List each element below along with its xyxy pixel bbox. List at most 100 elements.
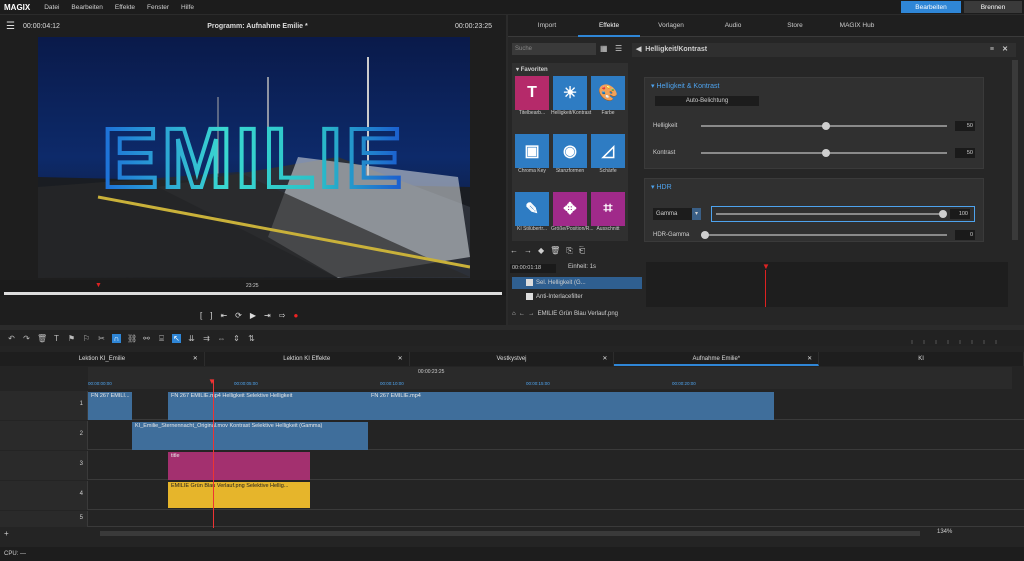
tab-effects[interactable]: Effekte	[578, 15, 640, 37]
close-icon[interactable]: ✕	[807, 352, 812, 366]
keyframe-time[interactable]: 00:00:01:18	[510, 264, 556, 273]
contrast-knob[interactable]	[821, 149, 830, 157]
gamma-slider-row[interactable]: 100	[711, 206, 975, 222]
effect-tile[interactable]: ✥ Größe/Position/R...	[551, 192, 594, 248]
hdr-gamma-knob[interactable]	[701, 231, 709, 239]
loop-icon[interactable]: ⟳	[235, 311, 242, 320]
tab-project-lektion-ki-emilie[interactable]: Lektion KI_Emilie ✕	[0, 352, 205, 366]
delete-icon[interactable]: 🗑	[37, 334, 47, 343]
hamburger-menu-icon[interactable]: ☰	[6, 21, 15, 32]
tab-project-vestkystvej[interactable]: Vestkystvej ✕	[410, 352, 615, 366]
effect-tile[interactable]: T Titelbearb...	[513, 76, 551, 132]
gamma-value[interactable]: 100	[950, 209, 970, 219]
keyframe-lane[interactable]: ▼	[646, 262, 1008, 307]
menu-edit[interactable]: Bearbeiten	[65, 4, 108, 11]
video-preview[interactable]: EMILIE	[38, 37, 470, 278]
close-icon[interactable]: ✕	[193, 352, 198, 366]
clip-image-4[interactable]: EMILIE Grün Blau Verlauf.png Selektive H…	[168, 482, 310, 508]
effect-tile[interactable]: ◉ Stanzformen	[551, 134, 589, 190]
gamma-knob[interactable]	[939, 210, 948, 218]
keyframe-add-icon[interactable]: ◆	[538, 246, 544, 256]
effect-tile[interactable]: ◿ Schärfe	[589, 134, 627, 190]
stretch-icon[interactable]: ⇔	[217, 334, 226, 343]
play-icon[interactable]: ▶	[250, 311, 256, 320]
clip-video-1b[interactable]: FN 267 EMILIE.mp4 Helligkeit Selektive H…	[168, 392, 368, 420]
redo-icon[interactable]: →	[524, 246, 532, 256]
tab-project-ki[interactable]: KI+ ▾	[819, 352, 1024, 366]
timeline-ruler[interactable]: 00:00:23:25 00:00:00:00 00:00:05:00 00:0…	[88, 367, 1012, 389]
properties-scrollbar[interactable]	[1012, 60, 1018, 240]
menu-effects[interactable]: Effekte	[109, 4, 141, 11]
section-header-brightness[interactable]: ▾ Helligkeit & Kontrast	[645, 78, 983, 94]
cut-icon[interactable]: ✂	[97, 334, 106, 343]
hdr-gamma-value[interactable]: 0	[955, 230, 975, 240]
flag-icon[interactable]: ⚐	[82, 334, 91, 343]
hdr-gamma-slider[interactable]	[701, 231, 947, 239]
paste-icon[interactable]: ⎗	[579, 246, 585, 256]
tab-import[interactable]: Import	[516, 22, 578, 29]
undo-icon[interactable]: ↶	[7, 334, 16, 343]
effect-tile[interactable]: ✎ KI Stilübertr...	[513, 192, 551, 248]
menu-window[interactable]: Fenster	[141, 4, 175, 11]
track-header[interactable]: 4	[0, 481, 88, 510]
edit-mode-button[interactable]: Bearbeiten	[901, 1, 961, 13]
contrast-slider[interactable]	[701, 149, 947, 157]
tab-store[interactable]: Store	[764, 22, 826, 29]
timeline-scrollbar[interactable]	[100, 531, 920, 536]
back-icon[interactable]: ◀	[636, 46, 641, 53]
filter-icon[interactable]: ☰	[615, 44, 622, 53]
brightness-slider[interactable]	[701, 122, 947, 130]
auto-exposure-button[interactable]: Auto-Belichtung	[655, 96, 759, 106]
add-track-icon[interactable]: +	[4, 529, 9, 538]
section-header-hdr[interactable]: ▾ HDR	[645, 179, 983, 195]
brightness-knob[interactable]	[821, 122, 830, 130]
mark-out-button[interactable]: ]	[210, 311, 212, 320]
effects-search-input[interactable]: Suche	[512, 43, 596, 55]
keyframe-row-brightness[interactable]: Sel. Helligkeit (G...	[512, 277, 642, 289]
effect-tile[interactable]: 🎨 Farbe	[589, 76, 627, 132]
tab-audio[interactable]: Audio	[702, 22, 764, 29]
playhead-marker[interactable]: ▼	[208, 377, 216, 386]
menu-icon[interactable]: ≡	[990, 43, 994, 57]
gamma-slider[interactable]	[716, 210, 948, 218]
effect-tile[interactable]: ▣ Chroma Key	[513, 134, 551, 190]
marker-icon[interactable]: ⚑	[67, 334, 76, 343]
zoom-level[interactable]: 134%	[937, 529, 952, 535]
delete-icon[interactable]: 🗑	[550, 246, 560, 256]
clip-video-1c[interactable]: FN 267 EMILIE.mp4	[368, 392, 774, 420]
copy-icon[interactable]: ⎘	[566, 246, 572, 256]
tab-magix-hub[interactable]: MAGIX Hub	[826, 22, 888, 29]
effect-tile[interactable]: ☀ Helligkeit/Kontrast	[551, 76, 591, 132]
close-icon[interactable]: ✕	[602, 352, 607, 366]
menu-help[interactable]: Hilfe	[175, 4, 200, 11]
brightness-value[interactable]: 50	[955, 121, 975, 131]
record-icon[interactable]: ●	[293, 311, 298, 320]
align-icon[interactable]: ⇉	[202, 334, 211, 343]
favorites-header[interactable]: ▾ Favoriten	[512, 63, 628, 76]
trim-icon[interactable]: ⌸	[157, 334, 166, 343]
burn-mode-button[interactable]: Brennen	[964, 1, 1022, 13]
magnet-icon[interactable]: ∩	[112, 333, 121, 343]
undo-icon[interactable]: ←	[510, 246, 518, 256]
next-marker-icon[interactable]: ⇥	[264, 311, 271, 320]
jump-start-icon[interactable]: ⇤	[220, 311, 227, 320]
pointer-icon[interactable]: ↖	[172, 333, 181, 343]
text-icon[interactable]: T	[52, 334, 61, 343]
grid-view-icon[interactable]: ▦	[600, 44, 608, 53]
scrub-area[interactable]: ▼ 23:25	[0, 280, 506, 296]
link-icon[interactable]: ⛓	[127, 334, 137, 343]
tab-project-aufnahme-emilie[interactable]: Aufnahme Emilie* ✕	[614, 352, 820, 366]
close-icon[interactable]: ✕	[1002, 43, 1008, 57]
mark-in-button[interactable]: [	[200, 311, 202, 320]
scrub-bar[interactable]	[4, 292, 502, 295]
menu-file[interactable]: Datei	[38, 4, 65, 11]
checkbox-icon[interactable]	[526, 279, 533, 286]
arrange-icon[interactable]: ⇅	[247, 334, 256, 343]
jump-end-icon[interactable]: ⇨	[279, 311, 286, 320]
keyframe-row-deinterlace[interactable]: Anti-Interlacefilter	[512, 291, 642, 303]
ripple-icon[interactable]: ⇊	[187, 334, 196, 343]
move-icon[interactable]: ⇕	[232, 334, 241, 343]
track-header[interactable]: 2	[0, 421, 88, 450]
redo-icon[interactable]: ↷	[22, 334, 31, 343]
gamma-select[interactable]: Gamma ▾	[653, 208, 701, 220]
